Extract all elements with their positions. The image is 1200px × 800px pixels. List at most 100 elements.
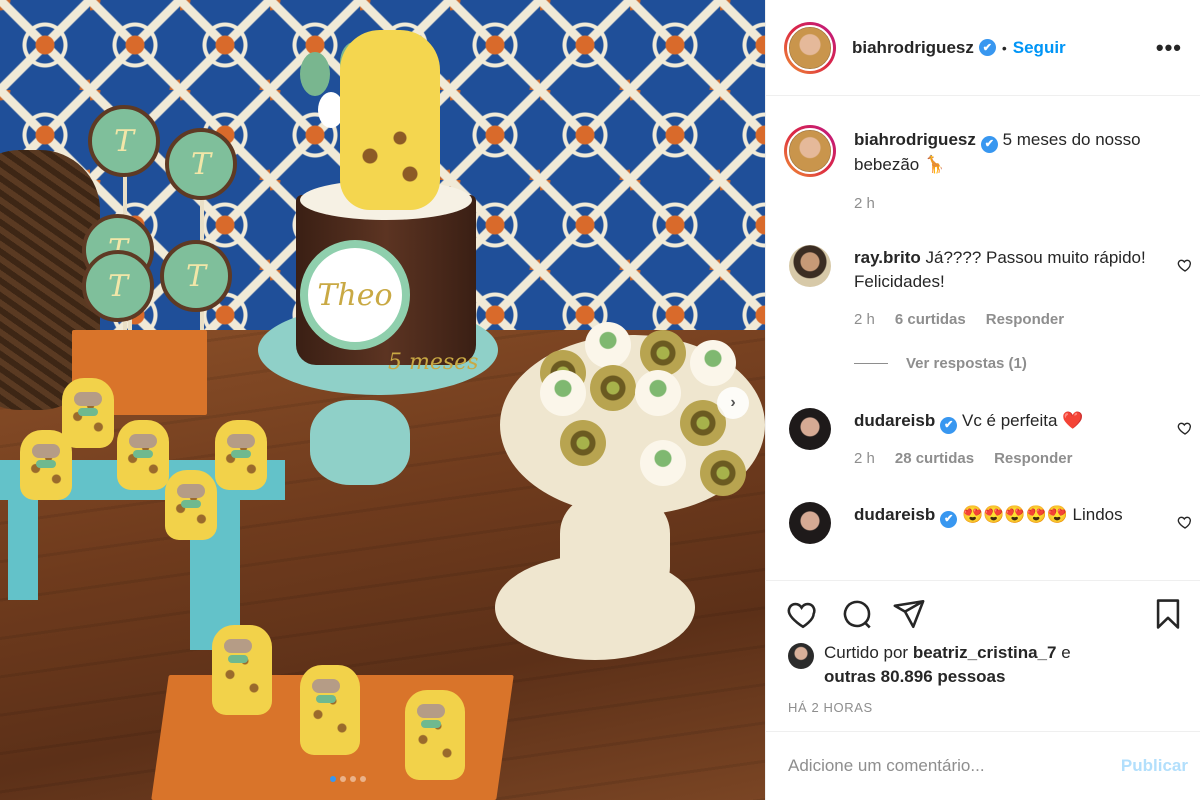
liked-by: Curtido por beatriz_cristina_7 e outras … (788, 641, 1181, 689)
next-photo-button[interactable]: › (717, 387, 749, 419)
commenter-username[interactable]: ray.brito (854, 248, 921, 267)
comment-likes[interactable]: 28 curtidas (895, 450, 974, 467)
comment-bubble-icon[interactable] (840, 597, 874, 631)
comment-text: dudareisb ✔ Vc é perfeita ❤️ (854, 409, 1159, 434)
author-avatar[interactable] (784, 21, 836, 74)
caption-meta: 2 h (854, 195, 875, 212)
like-heart-icon[interactable] (786, 597, 820, 631)
caption-avatar-image (787, 128, 833, 174)
action-icons (786, 597, 1181, 631)
commenter-username[interactable]: dudareisb (854, 505, 935, 524)
share-paper-plane-icon[interactable] (892, 597, 926, 631)
save-bookmark-icon[interactable] (1151, 597, 1185, 631)
giraffe-figure (117, 420, 169, 490)
reply-button[interactable]: Responder (986, 311, 1064, 328)
carousel-dot (350, 776, 356, 782)
cake-name-plaque: Theo (300, 240, 410, 350)
sweet (590, 365, 636, 411)
giraffe-figure (62, 378, 114, 448)
giraffe-figure (20, 430, 72, 500)
commenter-avatar[interactable] (789, 502, 831, 544)
commenter-avatar[interactable] (789, 408, 831, 450)
verified-badge-icon: ✔ (980, 135, 998, 153)
like-comment-icon[interactable] (1177, 420, 1193, 436)
cake-pop: T (88, 105, 160, 177)
cake-pop: T (82, 250, 154, 322)
more-options-icon[interactable]: ••• (1156, 35, 1182, 61)
post-timestamp: HÁ 2 HORAS (788, 700, 873, 715)
author-username[interactable]: biahrodriguesz (852, 38, 974, 58)
comment-text: ray.brito Já???? Passou muito rápido! Fe… (854, 246, 1159, 294)
liked-by-text: Curtido por beatriz_cristina_7 e outras … (824, 641, 1071, 689)
commenter-avatar[interactable] (789, 245, 831, 287)
blue-bench-leg (8, 495, 38, 600)
header-text: biahrodriguesz ✔ • Seguir (852, 38, 1156, 58)
caption-time: 2 h (854, 195, 875, 212)
pop-letter: T (113, 123, 134, 159)
likes-count[interactable]: outras 80.896 pessoas (824, 667, 1005, 686)
sweet (540, 370, 586, 416)
comments-list[interactable]: biahrodriguesz ✔ 5 meses do nosso bebezão… (766, 97, 1200, 580)
view-replies-label: Ver respostas (1) (906, 355, 1027, 372)
sweet (700, 450, 746, 496)
comment-time: 2 h (854, 311, 875, 328)
post-actions: Curtido por beatriz_cristina_7 e outras … (766, 580, 1200, 730)
caption-username[interactable]: biahrodriguesz (854, 130, 976, 149)
view-replies-button[interactable]: Ver respostas (1) (854, 355, 1027, 372)
balloon (300, 52, 330, 96)
verified-badge-icon: ✔ (940, 510, 958, 528)
caption-avatar[interactable] (784, 125, 836, 177)
carousel-dot (360, 776, 366, 782)
sweet (640, 330, 686, 376)
add-comment-bar: Publicar (766, 731, 1200, 800)
like-comment-icon[interactable] (1177, 514, 1193, 530)
publish-button[interactable]: Publicar (1121, 756, 1188, 776)
commenter-username[interactable]: dudareisb (854, 411, 935, 430)
like-comment-icon[interactable] (1177, 257, 1193, 273)
pop-letter: T (190, 146, 211, 182)
carousel-dot-active (330, 776, 336, 782)
dessert-stand-base (495, 555, 695, 660)
chevron-right-icon: › (730, 394, 736, 411)
sweet (690, 340, 736, 386)
cake-pop: T (160, 240, 232, 312)
giraffe-figure (212, 625, 272, 715)
comment-message: 😍😍😍😍😍 Lindos (961, 505, 1123, 524)
sweet (635, 370, 681, 416)
cake-months-label: 5 meses (388, 350, 479, 375)
liker-username[interactable]: beatriz_cristina_7 (913, 643, 1057, 662)
liked-prefix: Curtido por (824, 643, 913, 662)
follow-button[interactable]: Seguir (1013, 38, 1066, 58)
liker-avatar[interactable] (788, 643, 814, 669)
reply-button[interactable]: Responder (994, 450, 1072, 467)
carousel-dot (340, 776, 346, 782)
giraffe-figure (405, 690, 465, 780)
sweet (585, 322, 631, 368)
giraffe-cake-topper (340, 30, 440, 210)
comment-input[interactable] (788, 756, 1121, 776)
verified-badge-icon: ✔ (940, 416, 958, 434)
caption-text: biahrodriguesz ✔ 5 meses do nosso bebezão… (854, 128, 1159, 177)
author-avatar-image (787, 24, 833, 71)
post-header: biahrodriguesz ✔ • Seguir ••• (766, 0, 1200, 96)
comment-meta: 2 h 6 curtidas Responder (854, 311, 1064, 328)
comment-time: 2 h (854, 450, 875, 467)
sweet (560, 420, 606, 466)
cake-stand-base (310, 400, 410, 485)
pop-letter: T (107, 268, 128, 304)
post-photo[interactable]: T T T T T Theo 5 meses › (0, 0, 765, 800)
giraffe-figure (300, 665, 360, 755)
comment-meta: 2 h 28 curtidas Responder (854, 450, 1072, 467)
giraffe-figure (165, 470, 217, 540)
comment-likes[interactable]: 6 curtidas (895, 311, 966, 328)
cake-pop: T (165, 128, 237, 200)
cake-name: Theo (317, 277, 393, 313)
replies-line (854, 363, 888, 364)
post-sidebar: biahrodriguesz ✔ • Seguir ••• biahrodrig… (765, 0, 1200, 800)
pop-letter: T (185, 258, 206, 294)
separator-bullet: • (1001, 39, 1007, 56)
giraffe-figure (215, 420, 267, 490)
sweet (640, 440, 686, 486)
carousel-dots (330, 776, 366, 782)
verified-badge-icon: ✔ (978, 39, 996, 56)
